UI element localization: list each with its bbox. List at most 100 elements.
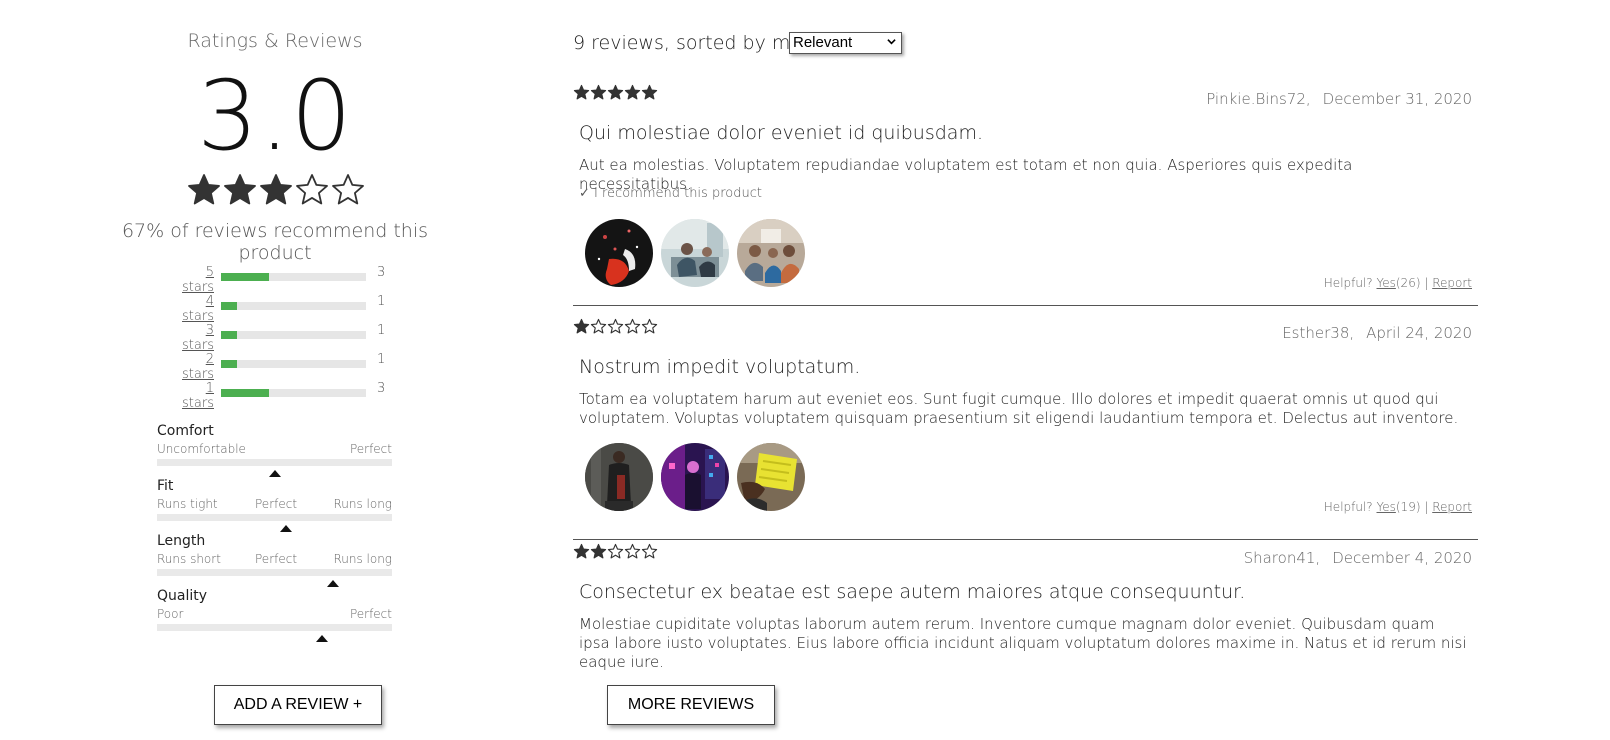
review-star-rating bbox=[573, 318, 658, 335]
triangle-up-icon bbox=[268, 470, 281, 477]
helpful-yes-count: (26) bbox=[1395, 276, 1421, 290]
star-filled-icon bbox=[573, 84, 590, 100]
report-link[interactable]: Report bbox=[1432, 500, 1472, 514]
star-filled-icon bbox=[624, 84, 641, 100]
review-tile: Esther38, April 24, 2020 Nostrum impedit … bbox=[573, 316, 1478, 540]
characteristic-track bbox=[157, 569, 392, 576]
triangle-up-icon bbox=[315, 635, 328, 642]
characteristic-quality: Quality Poor Perfect bbox=[157, 588, 392, 643]
breakdown-bar-fill bbox=[221, 302, 238, 310]
sort-select[interactable]: Relevant bbox=[789, 32, 902, 54]
star-filled-icon bbox=[590, 543, 607, 559]
chevron-down-icon bbox=[887, 39, 896, 45]
triangle-up-icon bbox=[280, 525, 293, 532]
breakdown-bar bbox=[221, 302, 366, 310]
characteristic-comfort: Comfort Uncomfortable Perfect bbox=[157, 423, 392, 478]
helpful-section: Helpful? Yes(19) | Report bbox=[1324, 500, 1472, 514]
breakdown-bar-fill bbox=[221, 331, 238, 339]
average-rating: 3.0 bbox=[197, 60, 353, 172]
characteristic-low-label: Uncomfortable bbox=[157, 442, 246, 456]
breakdown-bar-fill bbox=[221, 360, 238, 368]
review-photos bbox=[585, 219, 813, 287]
helpful-yes-link[interactable]: Yes bbox=[1377, 500, 1396, 514]
review-star-rating bbox=[573, 543, 658, 560]
add-review-button[interactable]: ADD A REVIEW + bbox=[214, 685, 382, 725]
star-filled-icon bbox=[641, 84, 658, 100]
review-summary: Consectetur ex beatae est saepe autem ma… bbox=[579, 581, 1246, 603]
ratings-title: Ratings & Reviews bbox=[187, 30, 363, 52]
review-star-rating bbox=[573, 84, 658, 101]
breakdown-count: 1 bbox=[377, 352, 386, 367]
more-reviews-button[interactable]: MORE REVIEWS bbox=[607, 685, 775, 725]
characteristic-low-label: Runs short bbox=[157, 552, 221, 566]
breakdown-label[interactable]: 2 stars bbox=[170, 352, 214, 382]
breakdown-bar bbox=[221, 273, 366, 281]
review-meta: Pinkie.Bins72, December 31, 2020 bbox=[1206, 90, 1472, 108]
star-filled-icon bbox=[188, 174, 220, 205]
review-photo-thumbnail[interactable] bbox=[585, 443, 653, 511]
characteristic-mid-label: Perfect bbox=[255, 552, 298, 566]
breakdown-label[interactable]: 5 stars bbox=[170, 265, 214, 295]
review-meta: Esther38, April 24, 2020 bbox=[1282, 324, 1472, 342]
review-username: Esther38, bbox=[1282, 324, 1355, 342]
average-star-rating bbox=[186, 172, 366, 212]
review-photos bbox=[585, 443, 813, 511]
star-empty-icon bbox=[624, 318, 641, 334]
review-tile: Sharon41, December 4, 2020 Consectetur ex… bbox=[573, 541, 1478, 671]
characteristic-low-label: Runs tight bbox=[157, 497, 218, 511]
photo-image bbox=[661, 219, 729, 287]
helpful-label: Helpful? bbox=[1323, 500, 1373, 514]
breakdown-count: 3 bbox=[377, 265, 386, 280]
breakdown-bar-fill bbox=[221, 389, 270, 397]
star-filled-icon bbox=[573, 543, 590, 559]
breakdown-label[interactable]: 3 stars bbox=[170, 323, 214, 353]
helpful-yes-link[interactable]: Yes bbox=[1377, 276, 1396, 290]
star-filled-icon bbox=[573, 318, 590, 334]
characteristic-track bbox=[157, 514, 392, 521]
characteristic-track bbox=[157, 624, 392, 631]
review-summary: Nostrum impedit voluptatum. bbox=[579, 356, 861, 378]
breakdown-label[interactable]: 4 stars bbox=[170, 294, 214, 324]
breakdown-bar bbox=[221, 360, 366, 368]
review-photo-thumbnail[interactable] bbox=[661, 219, 729, 287]
review-photo-thumbnail[interactable] bbox=[661, 443, 729, 511]
characteristic-high-label: Runs long bbox=[333, 497, 392, 511]
review-username: Sharon41, bbox=[1243, 549, 1321, 567]
review-recommend: ✓ I recommend this product bbox=[579, 186, 762, 201]
review-summary: Qui molestiae dolor eveniet id quibusdam… bbox=[579, 122, 983, 144]
characteristic-name: Comfort bbox=[157, 423, 214, 439]
review-photo-thumbnail[interactable] bbox=[737, 219, 805, 287]
star-empty-icon bbox=[641, 318, 658, 334]
helpful-separator: | bbox=[1424, 276, 1429, 290]
review-photo-thumbnail[interactable] bbox=[737, 443, 805, 511]
reviews-count-header: 9 reviews, sorted by most bbox=[573, 32, 820, 54]
review-username: Pinkie.Bins72, bbox=[1206, 90, 1311, 108]
breakdown-label[interactable]: 1 stars bbox=[170, 381, 214, 411]
review-body: Molestiae cupiditate voluptas laborum au… bbox=[579, 615, 1467, 671]
characteristic-name: Fit bbox=[157, 478, 174, 494]
characteristic-low-label: Poor bbox=[157, 607, 184, 621]
star-empty-icon bbox=[296, 174, 328, 205]
characteristic-name: Length bbox=[157, 533, 206, 549]
photo-image bbox=[585, 219, 653, 287]
photo-image bbox=[737, 219, 805, 287]
review-photo-thumbnail[interactable] bbox=[585, 219, 653, 287]
characteristic-name: Quality bbox=[157, 588, 208, 604]
breakdown-count: 1 bbox=[377, 323, 386, 338]
characteristic-high-label: Perfect bbox=[349, 607, 392, 621]
star-empty-icon bbox=[607, 543, 624, 559]
breakdown-count: 1 bbox=[377, 294, 386, 309]
review-date: December 31, 2020 bbox=[1322, 90, 1472, 108]
report-link[interactable]: Report bbox=[1432, 276, 1472, 290]
characteristic-track bbox=[157, 459, 392, 466]
star-filled-icon bbox=[224, 174, 256, 205]
star-empty-icon bbox=[590, 318, 607, 334]
helpful-yes-count: (19) bbox=[1395, 500, 1421, 514]
breakdown-bar bbox=[221, 389, 366, 397]
characteristic-fit: Fit Runs tight Perfect Runs long bbox=[157, 478, 392, 533]
breakdown-bar bbox=[221, 331, 366, 339]
photo-image bbox=[737, 443, 805, 511]
helpful-label: Helpful? bbox=[1323, 276, 1373, 290]
star-filled-icon bbox=[590, 84, 607, 100]
star-empty-icon bbox=[641, 543, 658, 559]
